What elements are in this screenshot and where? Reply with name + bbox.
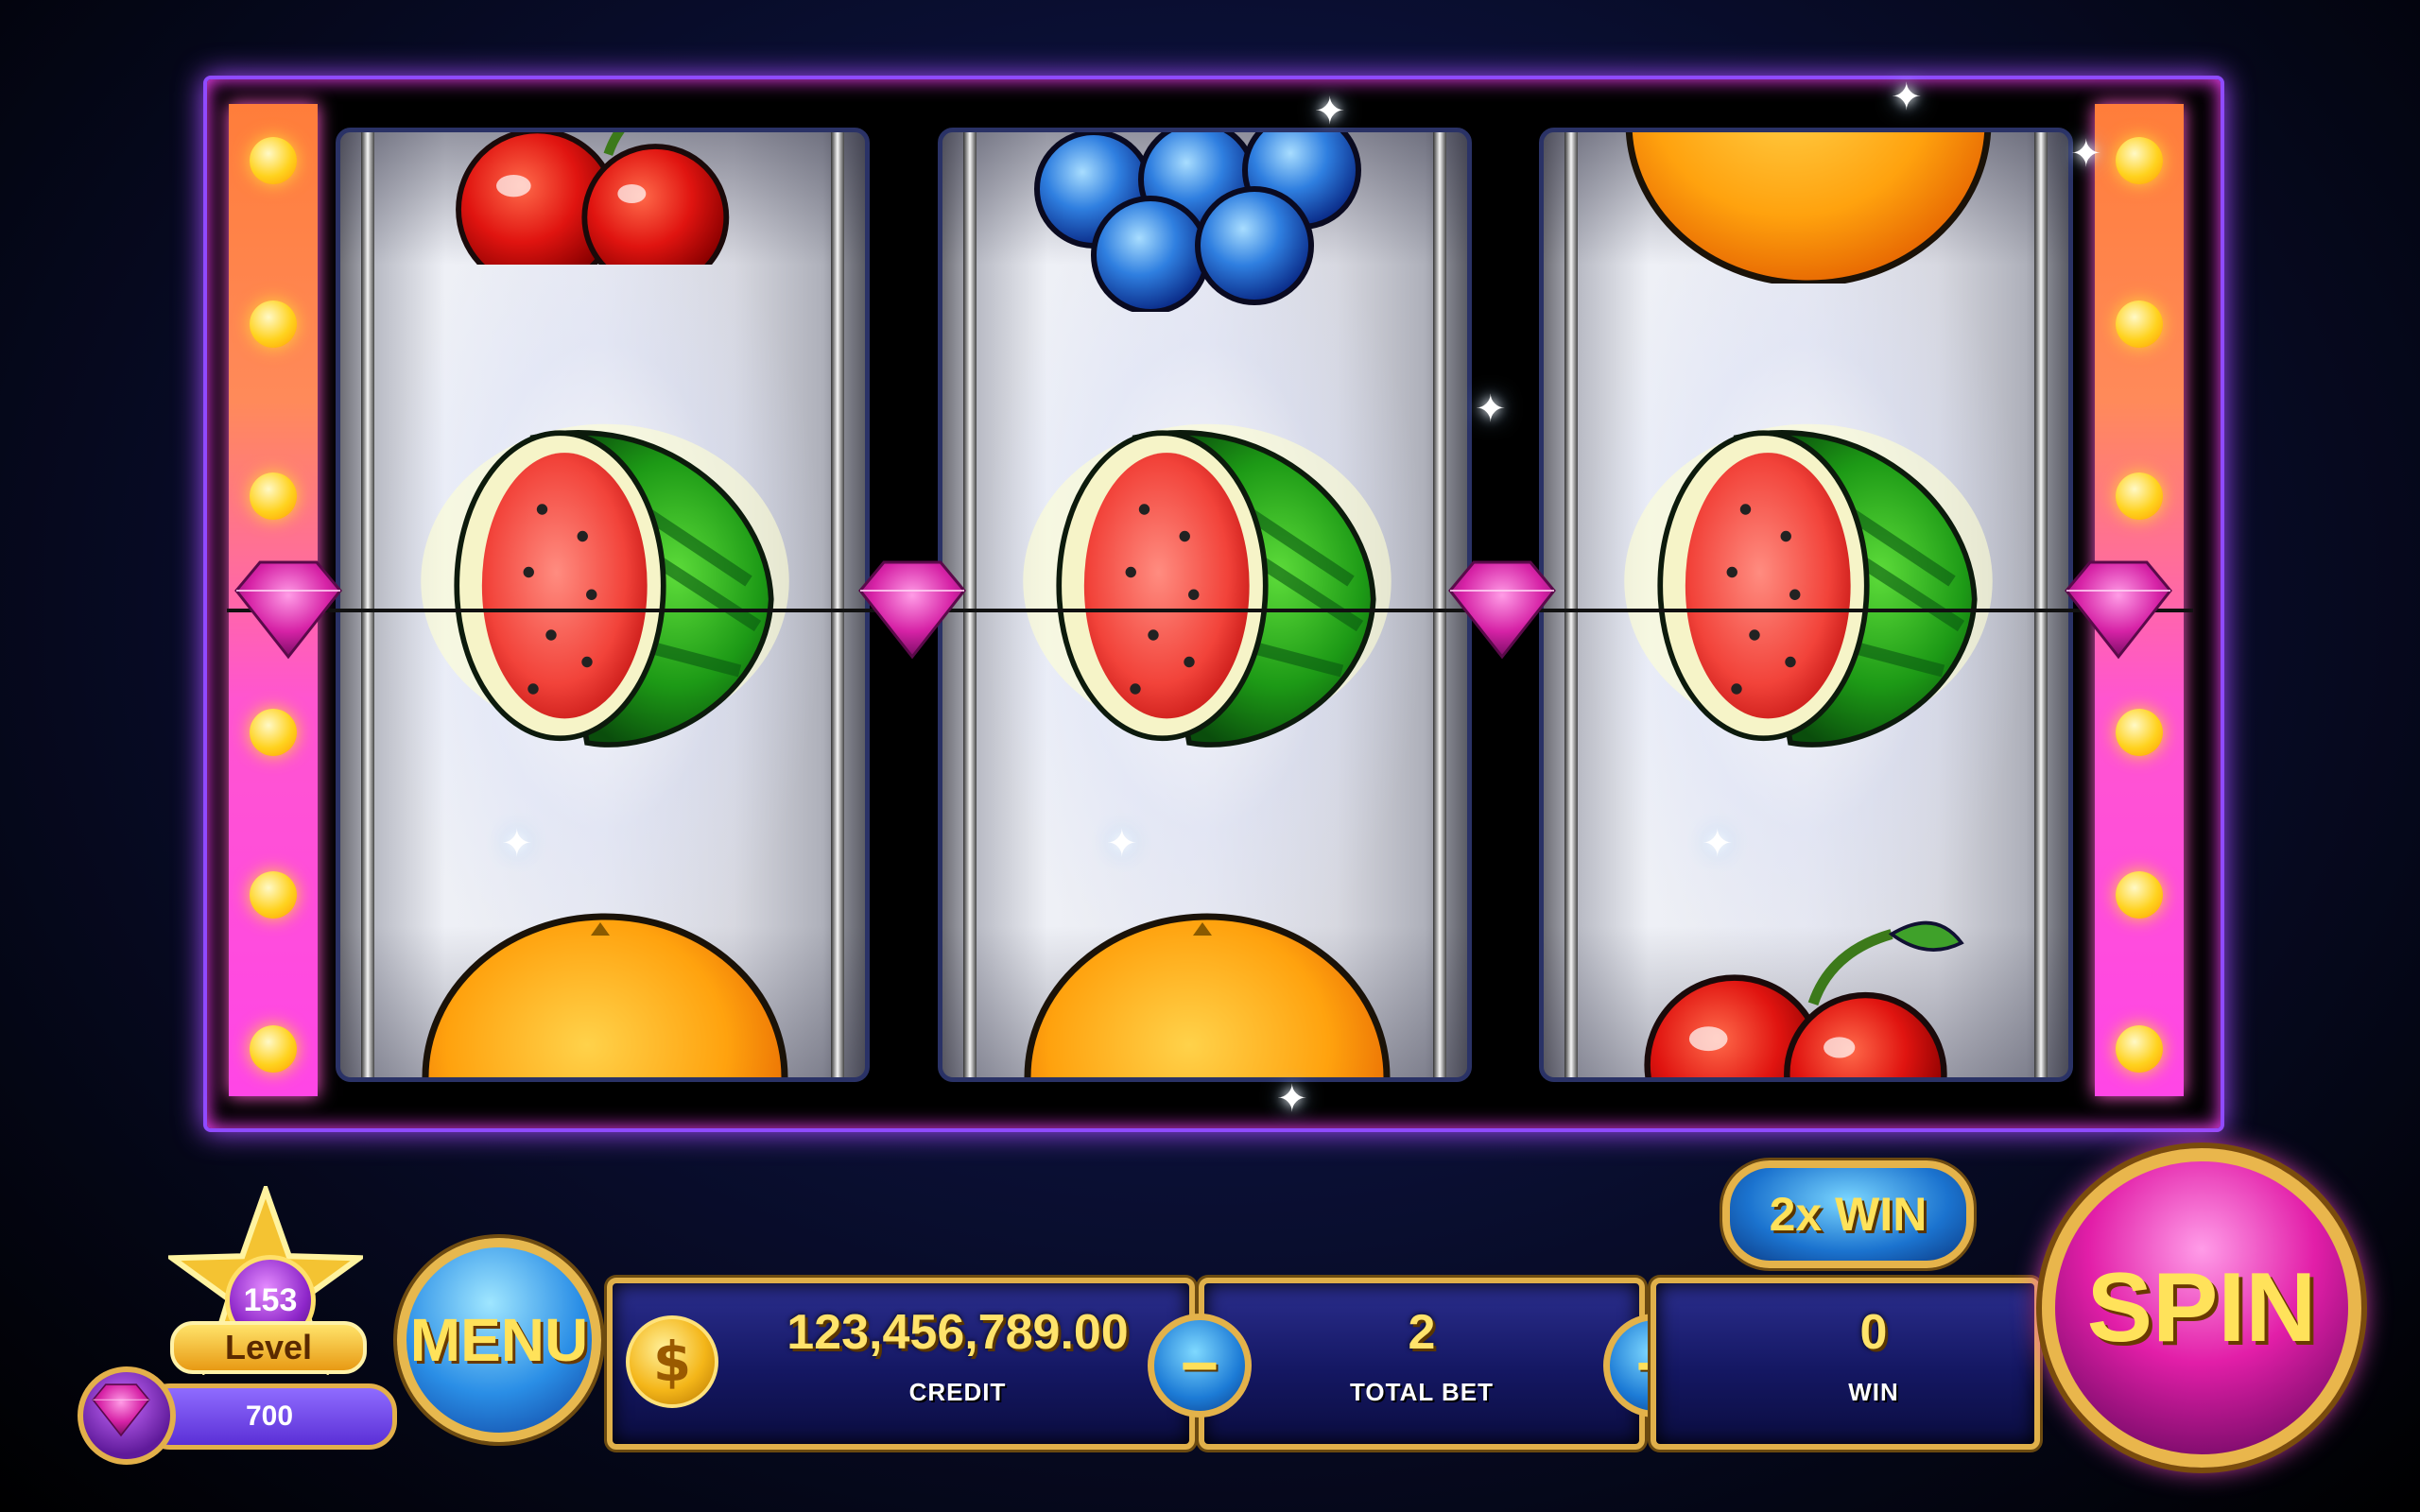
light-bulb	[250, 137, 297, 184]
light-bulb	[250, 301, 297, 348]
light-bulb	[2116, 472, 2163, 520]
orange-icon	[1624, 128, 1993, 284]
total-bet-caption: TOTAL BET	[1350, 1378, 1494, 1406]
diamond-gem-icon	[1448, 560, 1556, 659]
decrease-bet-button[interactable]: −	[1148, 1314, 1252, 1418]
cherry-icon	[411, 128, 789, 265]
cherry-icon	[1615, 917, 2012, 1082]
sparkle-icon: ✦	[1475, 387, 1507, 431]
light-bulb	[2116, 1025, 2163, 1073]
win-value: 0	[1859, 1305, 1888, 1360]
watermelon-icon	[406, 402, 804, 761]
gem-balance-bar: 700	[142, 1383, 397, 1450]
light-bulb	[250, 871, 297, 919]
sparkle-icon: ✦	[2070, 132, 2102, 176]
light-bulb	[2116, 709, 2163, 756]
diamond-gem-icon	[2065, 560, 2172, 659]
level-label: Level	[170, 1321, 367, 1374]
menu-button[interactable]: MENU	[397, 1238, 601, 1442]
orange-icon	[421, 898, 789, 1082]
light-bulb	[2116, 137, 2163, 184]
light-bulb	[250, 709, 297, 756]
win-caption: WIN	[1848, 1378, 1899, 1406]
reel-3	[1539, 128, 2073, 1082]
orange-icon	[1023, 898, 1392, 1082]
credit-caption: CREDIT	[908, 1378, 1007, 1406]
reel-rail	[1564, 132, 1578, 1077]
grapes-icon	[1009, 128, 1387, 312]
total-bet-value: 2	[1408, 1305, 1436, 1360]
light-bulb	[2116, 871, 2163, 919]
watermelon-icon	[1610, 402, 2007, 761]
credit-value: 123,456,789.00	[786, 1305, 1129, 1360]
gem-icon	[78, 1366, 176, 1465]
sparkle-icon: ✦	[1106, 822, 1138, 866]
light-bulb	[250, 1025, 297, 1073]
watermelon-icon	[1009, 402, 1406, 761]
light-bulb	[250, 472, 297, 520]
multiplier-badge: 2x WIN	[1722, 1160, 1974, 1268]
sparkle-icon: ✦	[1314, 90, 1346, 133]
win-panel: 0 WIN	[1651, 1278, 2040, 1450]
diamond-gem-icon	[234, 560, 342, 659]
sparkle-icon: ✦	[1276, 1077, 1308, 1121]
sparkle-icon: ✦	[1702, 822, 1734, 866]
reel-rail	[2034, 132, 2048, 1077]
light-bulb	[2116, 301, 2163, 348]
payline	[227, 609, 2193, 612]
reel-rail	[831, 132, 844, 1077]
sparkle-icon: ✦	[501, 822, 533, 866]
reel-2	[938, 128, 1472, 1082]
reel-rail	[361, 132, 374, 1077]
sparkle-icon: ✦	[1891, 76, 1923, 119]
spin-button[interactable]: SPIN	[2042, 1148, 2361, 1468]
total-bet-panel: 2 TOTAL BET	[1199, 1278, 1645, 1450]
reel-1	[336, 128, 870, 1082]
dollar-coin-icon: $	[626, 1315, 718, 1408]
diamond-gem-icon	[858, 560, 966, 659]
